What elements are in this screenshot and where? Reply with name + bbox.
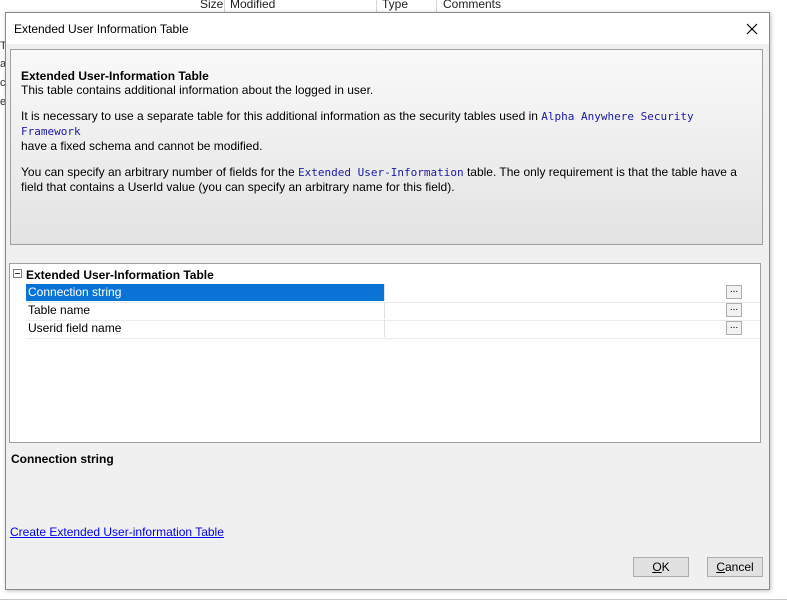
info-p2-text: It is necessary to use a separate table … [21,109,542,123]
column-separator [376,0,377,12]
property-group-label: Extended User-Information Table [26,268,214,282]
collapse-icon[interactable] [13,269,22,278]
property-row-table-name[interactable]: Table name ... [26,302,760,321]
info-p3-code: Extended User-Information [298,166,464,179]
ellipsis-button[interactable]: ... [726,321,742,335]
property-value-field[interactable]: ... [384,302,742,319]
property-name[interactable]: Userid field name [26,320,384,337]
ellipsis-button[interactable]: ... [726,285,742,299]
property-group-header[interactable]: Extended User-Information Table [10,266,760,282]
column-header-type[interactable]: Type [382,0,408,11]
property-name[interactable]: Table name [26,302,384,319]
info-paragraph-3: You can specify an arbitrary number of f… [21,165,754,194]
info-p2-text-end: have a fixed schema and cannot be modifi… [21,139,263,153]
property-description-title: Connection string [11,452,114,466]
extended-user-info-dialog: Extended User Information Table Extended… [5,12,770,590]
column-separator [224,0,225,12]
info-panel: Extended User-Information Table This tab… [10,49,763,245]
info-line-1: This table contains additional informati… [21,83,374,97]
ok-label: K [661,560,670,574]
property-value-field[interactable]: ... [384,320,742,337]
ellipsis-button[interactable]: ... [726,303,742,317]
ok-button[interactable]: OK [633,557,689,577]
column-header-size[interactable]: Size [200,0,223,11]
property-name[interactable]: Connection string [26,284,384,301]
ok-accelerator: O [652,560,662,574]
close-button[interactable] [735,13,769,44]
property-row-connection-string[interactable]: Connection string ... [26,284,760,303]
info-heading: Extended User-Information Table [21,69,209,83]
dialog-title-bar[interactable]: Extended User Information Table [6,13,769,44]
background-divider [0,599,787,600]
create-table-link[interactable]: Create Extended User-information Table [10,525,224,539]
cancel-label: ancel [724,560,754,574]
cancel-accelerator: C [716,560,725,574]
background-file-list-header: Size Modified Type Comments [168,0,787,12]
property-value-field[interactable]: ... [384,284,742,301]
column-header-comments[interactable]: Comments [443,0,501,11]
info-paragraph-2: It is necessary to use a separate table … [21,109,754,153]
close-icon [746,23,758,34]
property-row-userid-field-name[interactable]: Userid field name ... [26,320,760,339]
property-grid: Extended User-Information Table Connecti… [9,263,761,443]
info-p3-text: You can specify an arbitrary number of f… [21,165,299,179]
cancel-button[interactable]: Cancel [707,557,763,577]
column-separator [436,0,437,12]
dialog-title: Extended User Information Table [14,22,189,36]
column-header-modified[interactable]: Modified [230,0,275,11]
